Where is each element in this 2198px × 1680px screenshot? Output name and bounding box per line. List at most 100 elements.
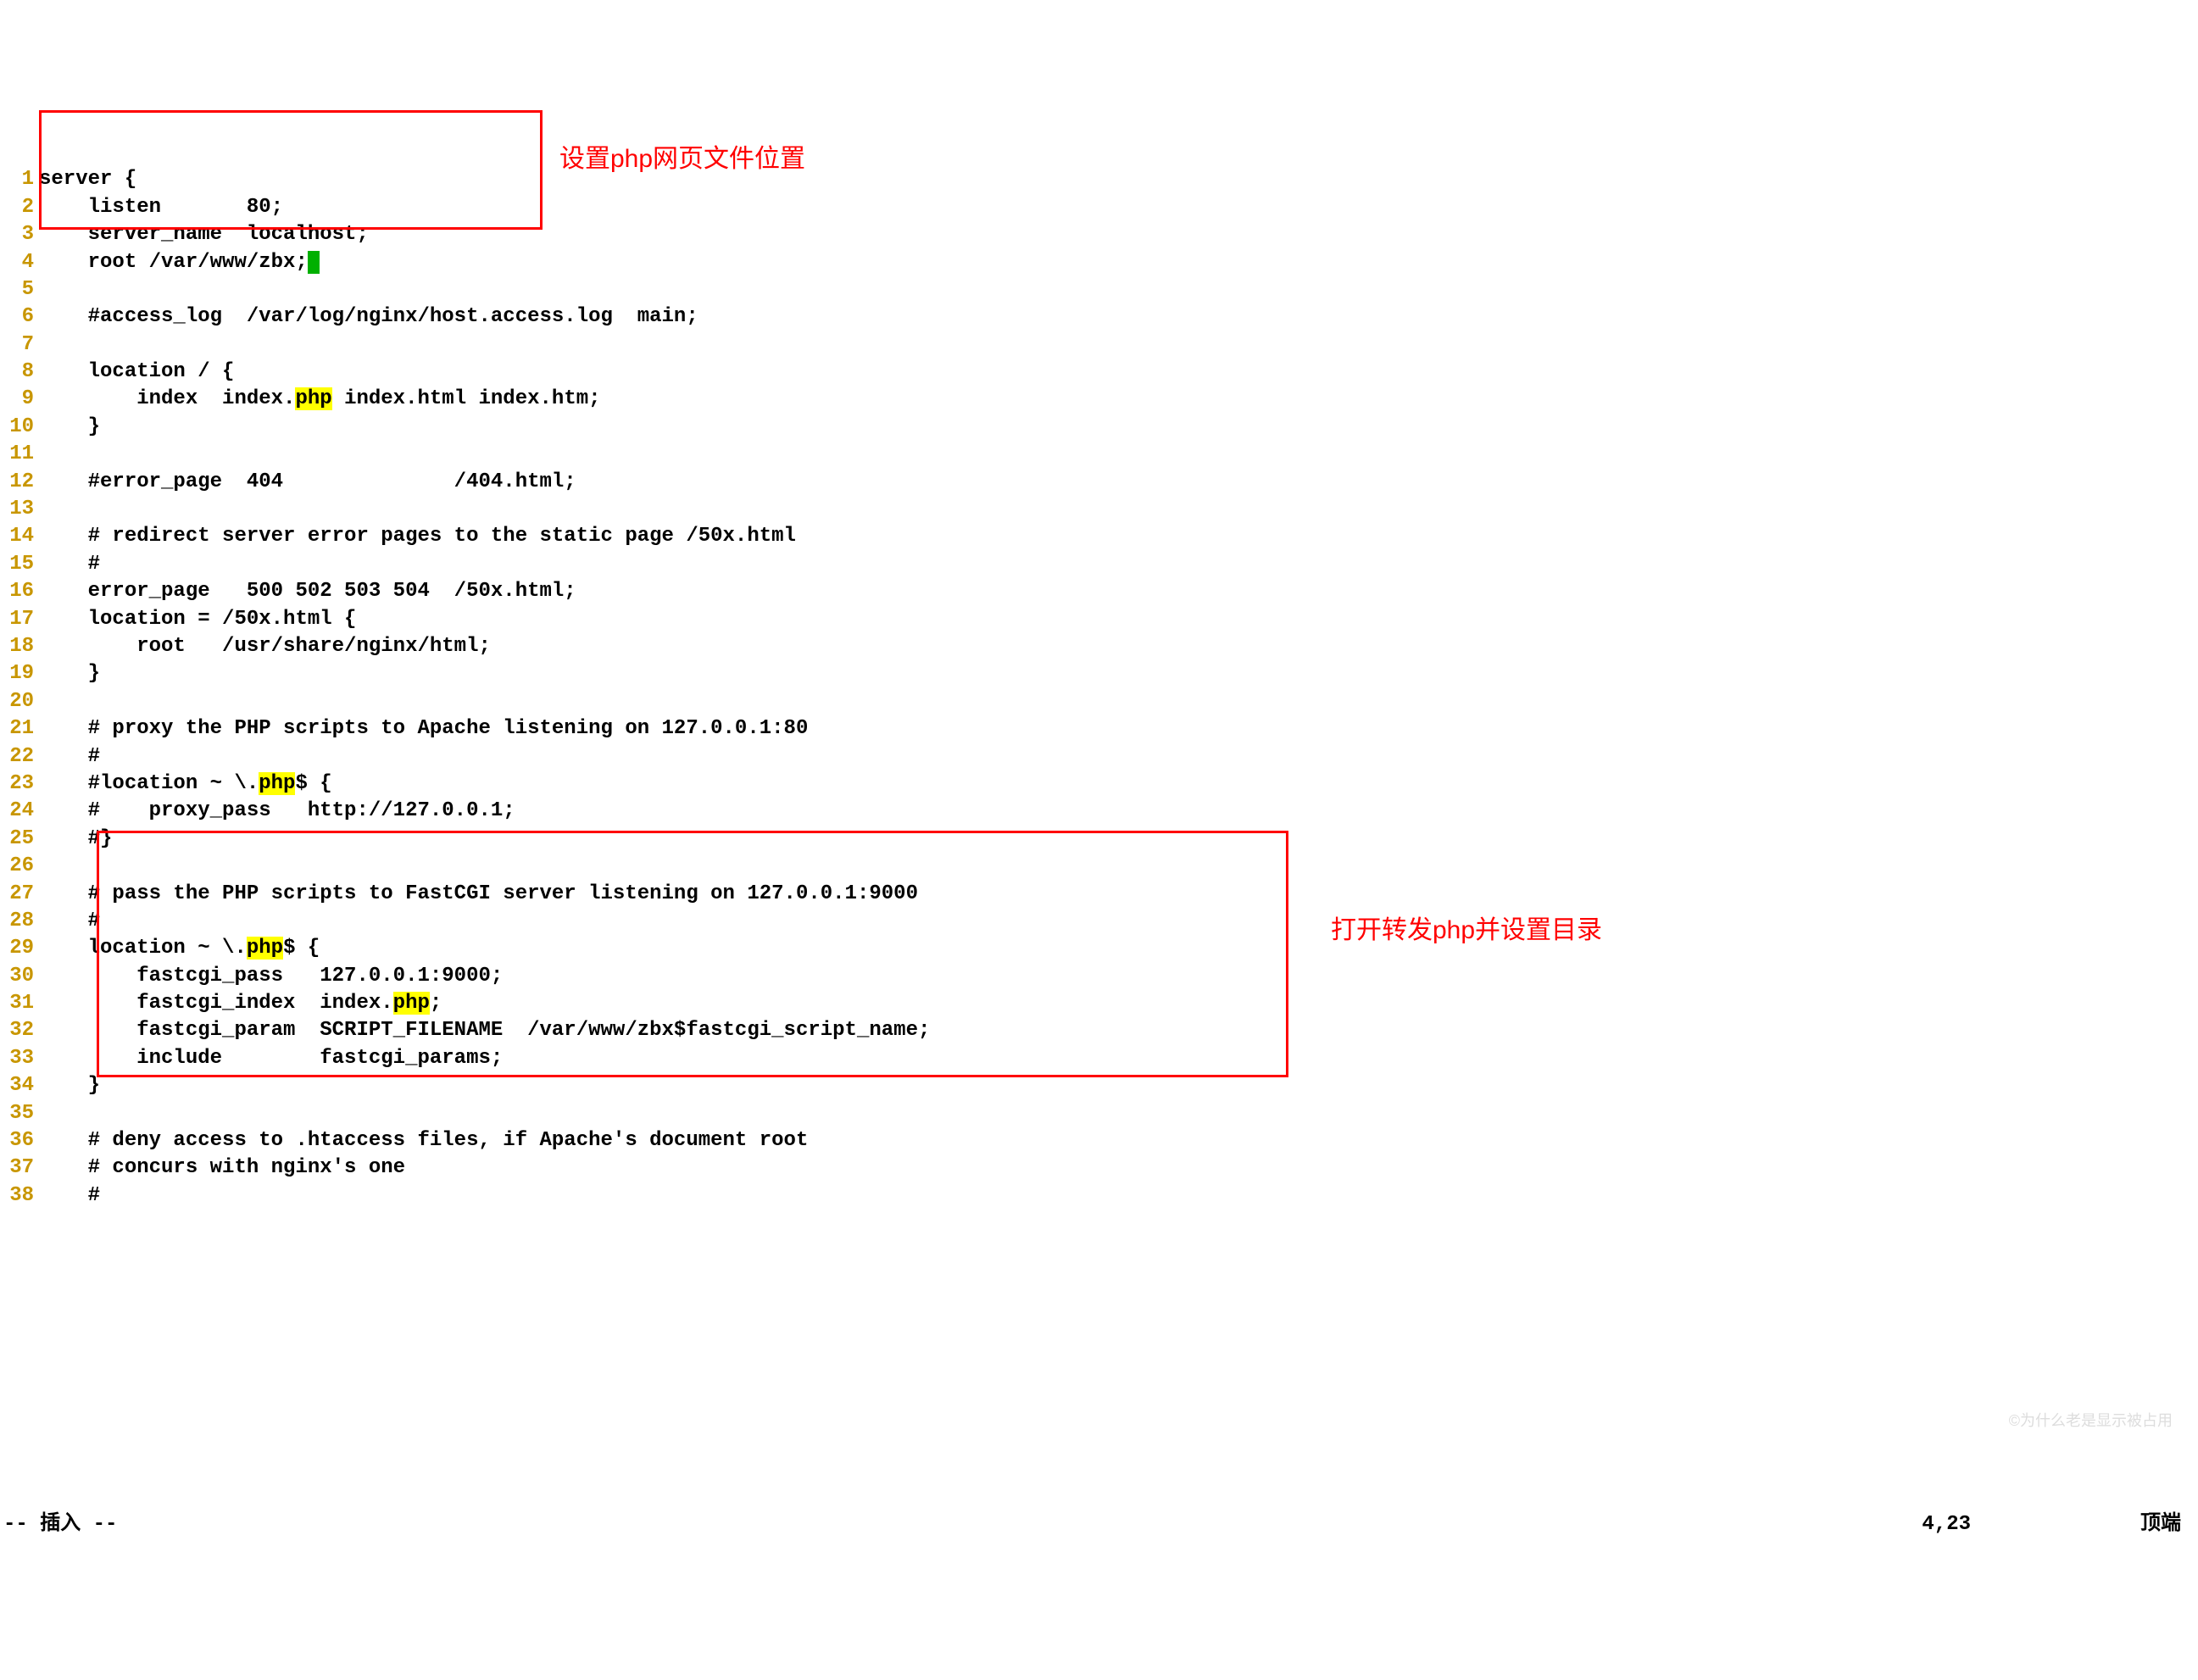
line-number: 37: [0, 1154, 39, 1182]
code-text[interactable]: # deny access to .htaccess files, if Apa…: [39, 1127, 808, 1154]
code-text[interactable]: #access_log /var/log/nginx/host.access.l…: [39, 303, 698, 331]
code-line[interactable]: 29 location ~ \.php$ {: [0, 935, 2198, 962]
code-line[interactable]: 37 # concurs with nginx's one: [0, 1154, 2198, 1182]
code-line[interactable]: 31 fastcgi_index index.php;: [0, 990, 2198, 1017]
code-text[interactable]: #location ~ \.php$ {: [39, 770, 332, 798]
text-segment: # deny access to .htaccess files, if Apa…: [39, 1129, 808, 1152]
code-text[interactable]: # proxy the PHP scripts to Apache listen…: [39, 715, 808, 743]
code-text[interactable]: # redirect server error pages to the sta…: [39, 523, 796, 550]
line-number: 3: [0, 221, 39, 248]
line-number: 25: [0, 826, 39, 853]
code-text[interactable]: #: [39, 908, 100, 935]
code-text[interactable]: #: [39, 743, 100, 770]
code-line[interactable]: 6 #access_log /var/log/nginx/host.access…: [0, 303, 2198, 331]
code-text[interactable]: include fastcgi_params;: [39, 1045, 503, 1072]
scroll-indicator: 顶端: [2140, 1511, 2181, 1538]
line-number: 32: [0, 1017, 39, 1044]
code-text[interactable]: error_page 500 502 503 504 /50x.html;: [39, 578, 576, 605]
code-line[interactable]: 5: [0, 276, 2198, 303]
code-text[interactable]: location = /50x.html {: [39, 606, 356, 633]
code-line[interactable]: 27 # pass the PHP scripts to FastCGI ser…: [0, 881, 2198, 908]
text-segment: #access_log /var/log/nginx/host.access.l…: [39, 305, 698, 328]
code-lines[interactable]: 1server {2 listen 80;3 server_name local…: [0, 166, 2198, 1210]
text-segment: #: [39, 1184, 100, 1207]
line-number: 23: [0, 770, 39, 798]
text-segment: listen 80;: [39, 196, 283, 219]
code-text[interactable]: # pass the PHP scripts to FastCGI server…: [39, 881, 918, 908]
code-line[interactable]: 3 server_name localhost;: [0, 221, 2198, 248]
code-text[interactable]: #: [39, 551, 100, 578]
code-text[interactable]: location ~ \.php$ {: [39, 935, 320, 962]
code-line[interactable]: 22 #: [0, 743, 2198, 770]
text-segment: # proxy_pass http://127.0.0.1;: [39, 799, 515, 822]
code-line[interactable]: 23 #location ~ \.php$ {: [0, 770, 2198, 798]
mode-indicator: -- 插入 --: [3, 1511, 117, 1538]
line-number: 4: [0, 249, 39, 276]
code-text[interactable]: #error_page 404 /404.html;: [39, 469, 576, 496]
code-text[interactable]: root /var/www/zbx;: [39, 249, 320, 276]
code-text[interactable]: #: [39, 1182, 100, 1210]
code-text[interactable]: }: [39, 414, 100, 441]
code-line[interactable]: 14 # redirect server error pages to the …: [0, 523, 2198, 550]
line-number: 29: [0, 935, 39, 962]
code-text[interactable]: index index.php index.html index.htm;: [39, 386, 601, 413]
code-text[interactable]: fastcgi_param SCRIPT_FILENAME /var/www/z…: [39, 1017, 930, 1044]
code-line[interactable]: 8 location / {: [0, 359, 2198, 386]
code-line[interactable]: 36 # deny access to .htaccess files, if …: [0, 1127, 2198, 1154]
code-text[interactable]: server_name localhost;: [39, 221, 369, 248]
line-number: 28: [0, 908, 39, 935]
code-line[interactable]: 21 # proxy the PHP scripts to Apache lis…: [0, 715, 2198, 743]
line-number: 16: [0, 578, 39, 605]
code-line[interactable]: 25 #}: [0, 826, 2198, 853]
code-text[interactable]: }: [39, 660, 100, 687]
code-line[interactable]: 33 include fastcgi_params;: [0, 1045, 2198, 1072]
code-text[interactable]: listen 80;: [39, 194, 283, 221]
code-line[interactable]: 9 index index.php index.html index.htm;: [0, 386, 2198, 413]
code-line[interactable]: 10 }: [0, 414, 2198, 441]
text-segment: server_name localhost;: [39, 223, 369, 246]
code-line[interactable]: 34 }: [0, 1072, 2198, 1099]
code-line[interactable]: 32 fastcgi_param SCRIPT_FILENAME /var/ww…: [0, 1017, 2198, 1044]
code-line[interactable]: 24 # proxy_pass http://127.0.0.1;: [0, 798, 2198, 825]
code-text[interactable]: fastcgi_pass 127.0.0.1:9000;: [39, 963, 503, 990]
text-segment: }: [39, 1074, 100, 1097]
search-highlight: php: [259, 772, 295, 795]
code-line[interactable]: 7: [0, 331, 2198, 359]
code-line[interactable]: 17 location = /50x.html {: [0, 606, 2198, 633]
code-line[interactable]: 18 root /usr/share/nginx/html;: [0, 633, 2198, 660]
code-text[interactable]: location / {: [39, 359, 234, 386]
code-text[interactable]: fastcgi_index index.php;: [39, 990, 442, 1017]
code-line[interactable]: 26: [0, 853, 2198, 880]
text-segment: $ {: [295, 772, 331, 795]
code-line[interactable]: 20: [0, 688, 2198, 715]
text-segment: root /usr/share/nginx/html;: [39, 635, 491, 658]
line-number: 18: [0, 633, 39, 660]
code-line[interactable]: 13: [0, 496, 2198, 523]
code-text[interactable]: # concurs with nginx's one: [39, 1154, 405, 1182]
code-text[interactable]: root /usr/share/nginx/html;: [39, 633, 491, 660]
code-line[interactable]: 35: [0, 1100, 2198, 1127]
code-line[interactable]: 11: [0, 441, 2198, 468]
line-number: 19: [0, 660, 39, 687]
code-text[interactable]: # proxy_pass http://127.0.0.1;: [39, 798, 515, 825]
code-text[interactable]: #}: [39, 826, 112, 853]
code-text[interactable]: server {: [39, 166, 136, 193]
code-line[interactable]: 19 }: [0, 660, 2198, 687]
code-line[interactable]: 16 error_page 500 502 503 504 /50x.html;: [0, 578, 2198, 605]
text-segment: server {: [39, 168, 136, 191]
code-line[interactable]: 30 fastcgi_pass 127.0.0.1:9000;: [0, 963, 2198, 990]
code-line[interactable]: 28 #: [0, 908, 2198, 935]
code-text[interactable]: }: [39, 1072, 100, 1099]
code-line[interactable]: 4 root /var/www/zbx;: [0, 249, 2198, 276]
code-line[interactable]: 2 listen 80;: [0, 194, 2198, 221]
code-line[interactable]: 38 #: [0, 1182, 2198, 1210]
line-number: 20: [0, 688, 39, 715]
text-segment: error_page 500 502 503 504 /50x.html;: [39, 580, 576, 603]
text-segment: # pass the PHP scripts to FastCGI server…: [39, 882, 918, 905]
code-line[interactable]: 1server {: [0, 166, 2198, 193]
line-number: 9: [0, 386, 39, 413]
text-segment: #error_page 404 /404.html;: [39, 470, 576, 493]
code-line[interactable]: 15 #: [0, 551, 2198, 578]
editor-viewport[interactable]: 1server {2 listen 80;3 server_name local…: [0, 110, 2198, 1457]
code-line[interactable]: 12 #error_page 404 /404.html;: [0, 469, 2198, 496]
